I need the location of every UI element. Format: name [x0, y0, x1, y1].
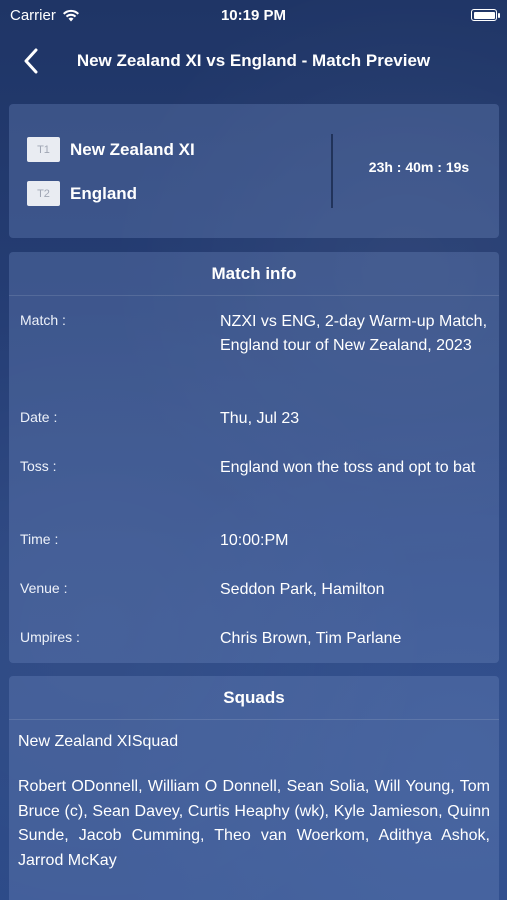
carrier-label: Carrier [10, 6, 56, 24]
time-label: Time : [20, 531, 59, 547]
match-info-heading: Match info [211, 264, 297, 283]
countdown-timer: 23h : 40m : 19s [368, 159, 470, 175]
venue-label: Venue : [20, 580, 68, 596]
squads-card: Squads New Zealand XISquad Robert ODonne… [9, 676, 499, 900]
team1-name: New Zealand XI [70, 139, 195, 159]
battery-fill [473, 11, 495, 19]
battery-icon [471, 9, 500, 21]
time-value: 10:00:PM [220, 532, 289, 549]
toss-value: England won the toss and opt to bat [220, 459, 476, 476]
status-left: Carrier [10, 7, 80, 24]
heading-divider [9, 295, 499, 296]
team2-badge: T2 [27, 181, 60, 206]
wifi-icon [62, 9, 79, 21]
squads-heading: Squads [223, 688, 285, 707]
match-info-card: Match info Match : NZXI vs ENG, 2-day Wa… [9, 252, 499, 663]
team1-squad-title: New Zealand XISquad [18, 733, 179, 750]
team2-row: T2 England [27, 181, 137, 206]
teams-card: T1 New Zealand XI T2 England 23h : 40m :… [9, 104, 499, 238]
match-value: NZXI vs ENG, 2-day Warm-up Match, Englan… [220, 313, 488, 354]
date-value: Thu, Jul 23 [220, 410, 300, 427]
team2-name: England [70, 183, 138, 203]
squads-heading-divider [9, 719, 499, 720]
chevron-left-icon [24, 48, 38, 74]
team1-badge: T1 [27, 137, 60, 162]
umpires-value: Chris Brown, Tim Parlane [220, 630, 402, 647]
status-bar: Carrier 10:19 PM [0, 0, 507, 30]
teams-divider [331, 134, 333, 208]
date-label: Date : [20, 409, 58, 425]
team1-row: T1 New Zealand XI [27, 137, 195, 162]
match-label: Match : [20, 312, 66, 328]
toss-label: Toss : [20, 458, 57, 474]
venue-value: Seddon Park, Hamilton [220, 581, 385, 598]
nav-bar: New Zealand XI vs England - Match Previe… [0, 30, 507, 92]
team1-squad-players: Robert ODonnell, William O Donnell, Sean… [18, 778, 490, 869]
umpires-label: Umpires : [20, 629, 80, 645]
page-title: New Zealand XI vs England - Match Previe… [76, 51, 431, 70]
back-button[interactable] [14, 44, 48, 78]
